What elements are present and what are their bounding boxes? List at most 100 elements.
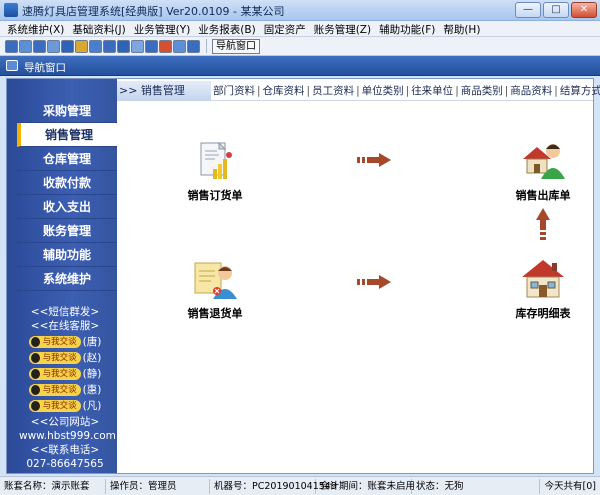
qq-chat-button[interactable]: 与我交谈 xyxy=(28,368,81,380)
sidebar-item[interactable]: 采购管理 xyxy=(17,99,117,123)
toolbar-icon[interactable] xyxy=(103,39,116,53)
sidebar-item[interactable]: 收入支出 xyxy=(17,195,117,219)
menu-auxiliary[interactable]: 辅助功能(F) xyxy=(376,21,440,36)
breadcrumb: >> 销售管理 xyxy=(117,81,211,101)
menu-help[interactable]: 帮助(H) xyxy=(440,21,485,36)
sidebar-item[interactable]: 辅助功能 xyxy=(17,243,117,267)
minimize-button[interactable]: — xyxy=(515,2,541,18)
contact-panel: <<短信群发> <<在线客服> 与我交谈 (唐) 与我交谈 (赵) 与我交谈 (静) 与我交… xyxy=(19,305,116,471)
link-separator: | xyxy=(306,85,311,97)
menu-bar: 系统维护(X) 基础资料(J) 业务管理(Y) 业务报表(B) 固定资产 账务管… xyxy=(0,21,600,37)
quick-link[interactable]: 往来单位 xyxy=(411,81,453,101)
link-separator: | xyxy=(257,85,261,97)
sales-return-node[interactable]: 销售退货单 xyxy=(175,259,255,321)
sales-order-node[interactable]: 销售订货单 xyxy=(175,141,255,203)
qq-contact[interactable]: 与我交谈 (惠) xyxy=(19,383,111,397)
toolbar-icon[interactable] xyxy=(145,39,158,53)
toolbar-icon[interactable] xyxy=(89,39,102,53)
window-controls: — □ ✕ xyxy=(515,2,597,18)
menu-basic-data[interactable]: 基础资料(J) xyxy=(69,21,130,36)
qq-chat-button[interactable]: 与我交谈 xyxy=(28,384,81,396)
toolbar-icon[interactable] xyxy=(131,39,144,53)
toolbar-icon[interactable] xyxy=(19,39,32,53)
sidebar-item[interactable]: 仓库管理 xyxy=(17,147,117,171)
qq-agent-name: (惠) xyxy=(82,384,102,396)
sidebar-item[interactable]: 销售管理 xyxy=(17,123,117,147)
arrow-right-icon xyxy=(357,275,391,289)
document-chart-icon xyxy=(200,141,232,179)
qq-chat-button[interactable]: 与我交谈 xyxy=(28,336,81,348)
sales-outbound-label: 销售出库单 xyxy=(515,189,571,202)
toolbar-icon[interactable] xyxy=(47,39,60,53)
toolbar-separator xyxy=(206,39,207,53)
qq-agent-name: (凡) xyxy=(82,400,102,412)
online-service-title: <<在线客服> xyxy=(30,320,100,332)
sidebar-item[interactable]: 账务管理 xyxy=(17,219,117,243)
toolbar-icon[interactable] xyxy=(75,39,88,53)
main-panel: 采购管理 销售管理 仓库管理 收款付款 收入支出 账务管理 辅助功能 系统维护 <<短信群发>… xyxy=(6,78,600,474)
menu-fixed-assets[interactable]: 固定资产 xyxy=(261,21,311,36)
nav-window-header: 导航窗口 xyxy=(0,56,600,76)
document-person-icon xyxy=(194,262,237,299)
sms-link[interactable]: <<短信群发> xyxy=(19,305,111,319)
sidebar-item[interactable]: 收款付款 xyxy=(17,171,117,195)
quick-links: 部门资料 | 仓库资料 | 员工资料 | 单位类别 | 往来单位 | 商品类别 | 商品资料 | 结算方式 xyxy=(213,81,600,101)
qq-contact[interactable]: 与我交谈 (凡) xyxy=(19,399,111,413)
toolbar-icon[interactable] xyxy=(187,39,200,53)
close-button[interactable]: ✕ xyxy=(571,2,597,18)
menu-business[interactable]: 业务管理(Y) xyxy=(131,21,196,36)
quick-link[interactable]: 部门资料 xyxy=(213,81,255,101)
sales-return-label: 销售退货单 xyxy=(187,307,243,320)
content-header: >> 销售管理 部门资料 | 仓库资料 | 员工资料 | 单位类别 | 往来单位 | 商品类别 | 商品… xyxy=(117,81,600,101)
qq-agent-name: (赵) xyxy=(82,352,102,364)
nav-window-button[interactable]: 导航窗口 xyxy=(212,38,260,54)
nav-window-title: 导航窗口 xyxy=(24,62,66,74)
qq-chat-button[interactable]: 与我交谈 xyxy=(28,400,81,412)
qq-list: 与我交谈 (唐) 与我交谈 (赵) 与我交谈 (静) 与我交谈 (惠) 与我交谈 (凡) xyxy=(19,335,111,413)
qq-contact[interactable]: 与我交谈 (赵) xyxy=(19,351,111,365)
house-person-icon xyxy=(523,144,565,179)
link-separator: | xyxy=(554,85,558,97)
status-bar: 账套名称：演示账套 操作员：管理员 机器号：PC201901041549 会计期… xyxy=(0,476,600,495)
quick-link[interactable]: 仓库资料 xyxy=(263,81,305,101)
maximize-button[interactable]: □ xyxy=(543,2,569,18)
window-icon xyxy=(6,60,18,71)
quick-link[interactable]: 单位类别 xyxy=(362,81,404,101)
status-machine: 机器号：PC201901041549 xyxy=(210,478,337,494)
qq-contact[interactable]: 与我交谈 (唐) xyxy=(19,335,111,349)
inventory-detail-label: 库存明细表 xyxy=(515,307,571,320)
qq-agent-name: (唐) xyxy=(82,336,102,348)
quick-link[interactable]: 结算方式 xyxy=(560,81,600,101)
link-separator: | xyxy=(356,85,360,97)
toolbar-icon[interactable] xyxy=(173,39,186,53)
title-bar: 速腾灯具店管理系统[经典版] Ver20.0109 - 某某公司 — □ ✕ xyxy=(0,0,600,21)
toolbar-icon[interactable] xyxy=(159,39,172,53)
quick-link[interactable]: 商品类别 xyxy=(461,81,503,101)
sidebar: 采购管理 销售管理 仓库管理 收款付款 收入支出 账务管理 辅助功能 系统维护 <<短信群发>… xyxy=(7,79,117,473)
status-state: 状态：无狗 xyxy=(412,478,540,494)
phone-title: <<联系电话> xyxy=(30,444,100,456)
sales-order-label: 销售订货单 xyxy=(187,189,243,202)
sidebar-item[interactable]: 系统维护 xyxy=(17,267,117,291)
qq-contact[interactable]: 与我交谈 (静) xyxy=(19,367,111,381)
window-title: 速腾灯具店管理系统[经典版] Ver20.0109 - 某某公司 xyxy=(22,5,285,18)
house-icon xyxy=(522,260,564,298)
menu-system[interactable]: 系统维护(X) xyxy=(4,21,69,36)
qq-chat-button[interactable]: 与我交谈 xyxy=(28,352,81,364)
inventory-detail-node[interactable]: 库存明细表 xyxy=(503,257,583,321)
website-link[interactable]: www.hbst999.com xyxy=(19,429,116,443)
sidebar-menu: 采购管理 销售管理 仓库管理 收款付款 收入支出 账务管理 辅助功能 系统维护 xyxy=(17,99,117,291)
status-account: 账套名称：演示账套 xyxy=(0,478,106,494)
sales-outbound-node[interactable]: 销售出库单 xyxy=(503,137,583,203)
menu-accounts[interactable]: 账务管理(Z) xyxy=(311,21,376,36)
website-title: <<公司网站> xyxy=(30,416,100,428)
toolbar-icon[interactable] xyxy=(5,39,18,53)
toolbar-icon[interactable] xyxy=(117,39,130,53)
status-operator: 操作员：管理员 xyxy=(106,478,210,494)
quick-link[interactable]: 商品资料 xyxy=(510,81,552,101)
toolbar-icon[interactable] xyxy=(33,39,46,53)
quick-link[interactable]: 员工资料 xyxy=(312,81,354,101)
toolbar-icon[interactable] xyxy=(61,39,74,53)
sales-flow-diagram: 销售订货单 销售出库单 销售退货单 库存明细表 xyxy=(117,101,593,471)
menu-reports[interactable]: 业务报表(B) xyxy=(195,21,260,36)
